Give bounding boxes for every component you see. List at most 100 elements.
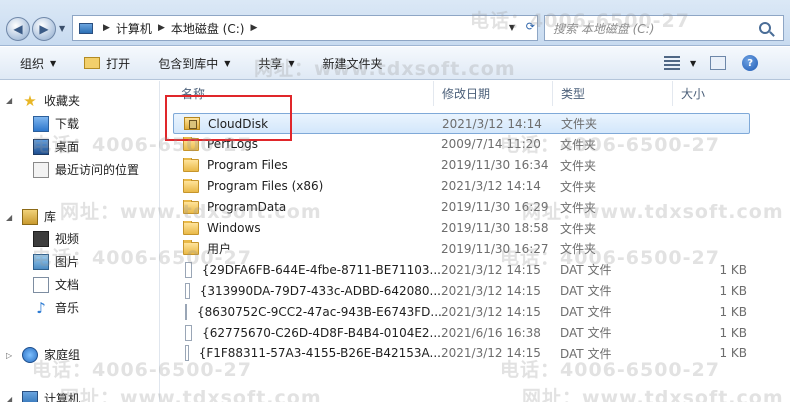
open-label: 打开	[106, 56, 131, 71]
arrow-right-icon: ▶	[39, 22, 49, 36]
preview-pane-icon[interactable]	[710, 56, 727, 70]
file-date: 2021/3/12 14:15	[441, 346, 541, 361]
chevron-down-icon: ▼	[50, 58, 57, 68]
file-name-cell: PerfLogs	[183, 137, 441, 151]
sidebar-item-videos[interactable]: 视频	[33, 230, 79, 247]
file-row[interactable]: {8630752C-9CC2-47ac-943B-E6743FD... 2021/…	[173, 301, 750, 322]
file-name-cell: Windows	[183, 221, 441, 235]
expand-collapse-icon[interactable]: ◢	[6, 395, 12, 402]
sidebar-item-music[interactable]: ♪ 音乐	[33, 299, 79, 316]
sidebar-item-computer[interactable]: 计算机	[22, 390, 80, 402]
help-icon[interactable]: ?	[742, 55, 759, 71]
file-date: 2009/7/14 11:20	[441, 137, 541, 152]
sidebar-item-pictures[interactable]: 图片	[33, 253, 79, 270]
chevron-right-icon[interactable]: ▶	[103, 23, 110, 33]
include-library-label: 包含到库中	[158, 56, 219, 71]
sidebar-label: 音乐	[55, 301, 80, 315]
new-folder-button[interactable]: 新建文件夹	[309, 47, 397, 79]
file-row[interactable]: PerfLogs 2009/7/14 11:20 文件夹	[173, 134, 750, 155]
file-row[interactable]: {F1F88311-57A3-4155-B26E-B42153A... 2021/…	[173, 343, 750, 364]
file-icon	[185, 261, 192, 278]
file-name: 用户	[207, 242, 232, 257]
column-header-date[interactable]: 修改日期	[433, 81, 552, 106]
documents-icon	[33, 276, 49, 293]
back-button[interactable]: ◀	[6, 17, 30, 41]
homegroup-icon	[22, 346, 38, 363]
forward-button[interactable]: ▶	[32, 17, 56, 41]
include-in-library-button[interactable]: 包含到库中 ▼	[144, 47, 244, 79]
file-row[interactable]: ProgramData 2019/11/30 16:29 文件夹	[173, 197, 750, 218]
sidebar-item-libraries[interactable]: 库	[22, 208, 56, 225]
file-name: CloudDisk	[208, 116, 269, 131]
file-row[interactable]: CloudDisk 2021/3/12 14:14 文件夹	[173, 113, 750, 134]
sidebar-item-desktop[interactable]: 桌面	[33, 138, 79, 155]
file-type: 文件夹	[560, 242, 597, 257]
view-details-icon[interactable]	[664, 56, 680, 70]
file-row[interactable]: Program Files (x86) 2021/3/12 14:14 文件夹	[173, 176, 750, 197]
file-type: DAT 文件	[560, 263, 612, 278]
search-icon[interactable]	[759, 22, 771, 34]
address-history-dropdown-icon[interactable]: ▼	[509, 23, 515, 32]
folder-icon	[183, 240, 199, 256]
file-date: 2021/3/12 14:14	[441, 179, 541, 194]
expand-collapse-icon[interactable]: ◢	[6, 96, 12, 105]
file-date: 2019/11/30 16:29	[441, 200, 549, 215]
file-row[interactable]: 用户 2019/11/30 16:27 文件夹	[173, 238, 750, 259]
file-date: 2021/3/12 14:14	[442, 116, 542, 131]
sidebar-label: 视频	[55, 232, 80, 246]
file-type: 文件夹	[560, 200, 597, 215]
file-name-cell: {8630752C-9CC2-47ac-943B-E6743FD...	[183, 303, 441, 320]
column-header-type[interactable]: 类型	[552, 81, 672, 106]
sidebar-item-recent-places[interactable]: 最近访问的位置	[33, 161, 139, 178]
file-size: 1 KB	[719, 325, 747, 340]
sidebar-item-favorites[interactable]: ★ 收藏夹	[22, 92, 80, 109]
chevron-right-icon[interactable]: ▶	[158, 23, 165, 33]
file-row[interactable]: {29DFA6FB-644E-4fbe-8711-BE71103... 2021/…	[173, 259, 750, 280]
column-header-size[interactable]: 大小	[672, 81, 752, 106]
share-button[interactable]: 共享 ▼	[244, 47, 308, 79]
breadcrumb-local-disk[interactable]: 本地磁盘 (C:)	[171, 20, 245, 37]
refresh-icon[interactable]: ⟳	[526, 20, 535, 33]
file-row[interactable]: {62775670-C26D-4D8F-B4B4-0104E2... 2021/6…	[173, 322, 750, 343]
computer-icon	[75, 17, 97, 39]
breadcrumb-computer[interactable]: 计算机	[116, 20, 152, 37]
chevron-down-icon: ▼	[288, 58, 295, 68]
folder-icon	[183, 200, 199, 214]
file-date: 2021/6/16 16:38	[441, 325, 541, 340]
open-button[interactable]: 打开	[70, 47, 144, 79]
sidebar-item-documents[interactable]: 文档	[33, 276, 79, 293]
recent-pages-dropdown-icon[interactable]: ▼	[59, 24, 65, 33]
file-row[interactable]: Program Files 2019/11/30 16:34 文件夹	[173, 155, 750, 176]
folder-icon	[183, 179, 199, 193]
view-dropdown-icon[interactable]: ▼	[690, 59, 696, 68]
address-field[interactable]: ▶ 计算机 ▶ 本地磁盘 (C:) ▶ ▼ ⟳	[72, 15, 538, 41]
search-placeholder[interactable]: 搜索 本地磁盘 (C:)	[545, 20, 759, 37]
column-header-name[interactable]: 名称	[173, 81, 433, 106]
expand-collapse-icon[interactable]: ◢	[6, 213, 12, 222]
sidebar-label: 图片	[55, 255, 80, 269]
search-field[interactable]: 搜索 本地磁盘 (C:)	[544, 15, 784, 41]
file-name: ProgramData	[207, 200, 287, 215]
file-date: 2019/11/30 16:34	[441, 158, 549, 173]
file-name: {313990DA-79D7-433c-ADBD-642080...	[199, 283, 441, 298]
organize-button[interactable]: 组织 ▼	[0, 47, 70, 79]
sidebar-label: 下载	[55, 117, 80, 131]
file-type: 文件夹	[560, 158, 597, 173]
expand-collapse-icon[interactable]: ▷	[6, 351, 12, 360]
file-row[interactable]: {313990DA-79D7-433c-ADBD-642080... 2021/3…	[173, 280, 750, 301]
sidebar-item-downloads[interactable]: 下载	[33, 115, 79, 132]
file-type: 文件夹	[560, 179, 597, 194]
file-type: 文件夹	[561, 117, 598, 131]
sidebar-item-homegroup[interactable]: 家庭组	[22, 346, 80, 363]
file-name-cell: Program Files (x86)	[183, 179, 441, 193]
column-label: 修改日期	[442, 87, 491, 101]
downloads-icon	[33, 115, 49, 132]
chevron-right-icon[interactable]: ▶	[250, 23, 257, 33]
file-row[interactable]: Windows 2019/11/30 18:58 文件夹	[173, 218, 750, 239]
file-date: 2021/3/12 14:15	[441, 304, 541, 319]
library-icon	[22, 208, 38, 225]
file-icon	[185, 324, 193, 341]
file-date: 2021/3/12 14:15	[441, 262, 541, 277]
file-name-cell: {29DFA6FB-644E-4fbe-8711-BE71103...	[183, 261, 441, 278]
file-date: 2019/11/30 18:58	[441, 221, 549, 235]
